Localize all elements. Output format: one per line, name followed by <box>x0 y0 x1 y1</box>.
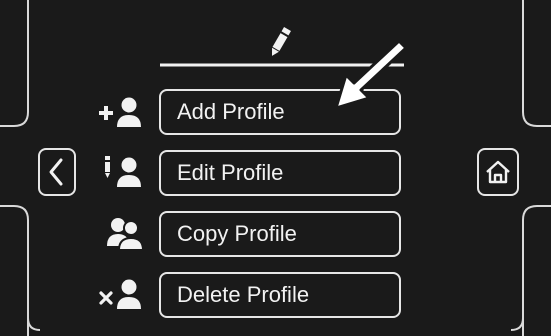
pencil-icon <box>272 27 291 56</box>
delete-profile-label: Delete Profile <box>177 282 310 307</box>
delete-user-icon <box>99 279 141 309</box>
copy-profile-label: Copy Profile <box>177 221 297 246</box>
add-profile-label: Add Profile <box>177 99 285 124</box>
edit-profile-button[interactable]: Edit Profile <box>159 150 401 196</box>
back-button[interactable] <box>38 148 76 196</box>
home-icon <box>486 160 510 184</box>
copy-users-icon <box>107 218 145 251</box>
copy-profile-button[interactable]: Copy Profile <box>159 211 401 257</box>
profile-menu-screen: Add Profile Edit Profile Copy Profile De… <box>0 0 551 336</box>
edit-user-icon <box>105 156 141 187</box>
pointer-arrow-icon <box>334 39 408 110</box>
add-user-icon <box>99 97 141 127</box>
home-button[interactable] <box>477 148 519 196</box>
delete-profile-button[interactable]: Delete Profile <box>159 272 401 318</box>
chevron-left-icon <box>49 158 63 186</box>
edit-profile-label: Edit Profile <box>177 160 284 185</box>
